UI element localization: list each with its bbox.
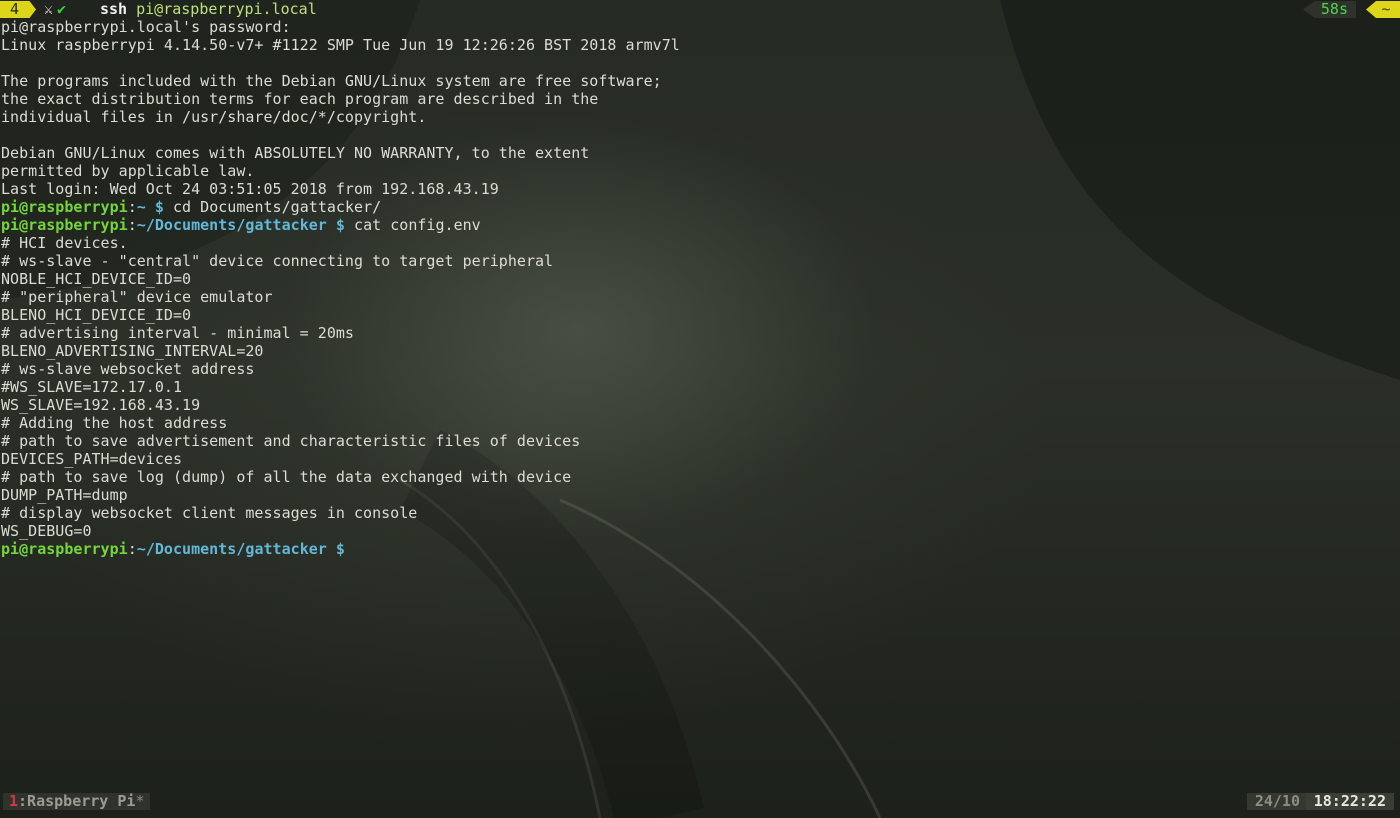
config-line: WS_SLAVE=192.168.43.19	[1, 396, 201, 414]
command-binary: ssh	[100, 0, 128, 18]
config-line: # path to save log (dump) of all the dat…	[1, 468, 572, 486]
prompt-separator: :	[127, 216, 137, 234]
config-line: # advertising interval - minimal = 20ms	[1, 324, 354, 342]
home-dir-badge: ~	[1366, 1, 1400, 18]
elapsed-time: 58s	[1302, 1, 1356, 18]
config-line: DUMP_PATH=dump	[1, 486, 128, 504]
terminal-line: individual files in /usr/share/doc/*/cop…	[1, 108, 427, 126]
tmux-top-bar: 4 ⚔ ✔ ssh pi@raspberrypi.local 58s ~	[0, 0, 1400, 18]
terminal-line: pi@raspberrypi.local's password:	[1, 18, 291, 36]
prompt-user: pi@raspberrypi	[1, 198, 128, 216]
window-index: 1	[9, 792, 19, 810]
check-icon: ✔	[57, 0, 67, 18]
prompt-separator: :	[127, 198, 137, 216]
config-line: # Adding the host address	[1, 414, 228, 432]
config-line: WS_DEBUG=0	[1, 522, 92, 540]
swords-icon: ⚔	[44, 0, 54, 18]
terminal-line: permitted by applicable law.	[1, 162, 255, 180]
config-line: # path to save advertisement and charact…	[1, 432, 581, 450]
config-line: BLENO_HCI_DEVICE_ID=0	[1, 306, 192, 324]
terminal-line: the exact distribution terms for each pr…	[1, 90, 599, 108]
prompt-separator: :	[127, 540, 137, 558]
config-line: #WS_SLAVE=172.17.0.1	[1, 378, 183, 396]
config-line: NOBLE_HCI_DEVICE_ID=0	[1, 270, 192, 288]
prompt-user: pi@raspberrypi	[1, 540, 128, 558]
tmux-status-bar: 1:Raspberry Pi* 24/10 18:22:22	[0, 792, 1400, 810]
tmux-window-tab[interactable]: 1:Raspberry Pi*	[3, 792, 151, 810]
window-number-badge: 4	[0, 1, 36, 18]
prompt-path: ~/Documents/gattacker	[136, 540, 327, 558]
running-command: ssh pi@raspberrypi.local	[100, 0, 317, 18]
prompt-path: ~	[136, 198, 146, 216]
active-window-marker: *	[135, 792, 145, 810]
config-line: DEVICES_PATH=devices	[1, 450, 183, 468]
prompt-command: cd Documents/gattacker/	[163, 198, 382, 216]
config-line: # HCI devices.	[1, 234, 128, 252]
config-line: # display websocket client messages in c…	[1, 504, 418, 522]
terminal-line: Debian GNU/Linux comes with ABSOLUTELY N…	[1, 144, 590, 162]
prompt-symbol: $	[326, 216, 345, 234]
terminal-line: Linux raspberrypi 4.14.50-v7+ #1122 SMP …	[1, 36, 680, 54]
config-line: # ws-slave - "central" device connecting…	[1, 252, 554, 270]
terminal-line: Last login: Wed Oct 24 03:51:05 2018 fro…	[1, 180, 499, 198]
prompt-symbol: $	[145, 198, 164, 216]
config-line: # "peripheral" device emulator	[1, 288, 273, 306]
terminal-line: The programs included with the Debian GN…	[1, 72, 662, 90]
system-load: 24/10	[1246, 793, 1308, 810]
prompt-command: cat config.env	[344, 216, 481, 234]
shell-prompt: pi@raspberrypi:~ $ cd Documents/gattacke…	[1, 198, 1399, 216]
config-line: BLENO_ADVERTISING_INTERVAL=20	[1, 342, 264, 360]
prompt-path: ~/Documents/gattacker	[136, 216, 327, 234]
command-argument: pi@raspberrypi.local	[136, 0, 317, 18]
prompt-symbol: $	[326, 540, 345, 558]
command-status: ⚔ ✔	[44, 0, 66, 18]
terminal-output[interactable]: pi@raspberrypi.local's password: Linux r…	[1, 18, 1399, 558]
status-clock: 18:22:22	[1305, 793, 1394, 810]
shell-prompt-active[interactable]: pi@raspberrypi:~/Documents/gattacker $	[1, 540, 1399, 558]
prompt-user: pi@raspberrypi	[1, 216, 128, 234]
window-name: :Raspberry Pi	[18, 792, 136, 810]
config-line: # ws-slave websocket address	[1, 360, 255, 378]
shell-prompt: pi@raspberrypi:~/Documents/gattacker $ c…	[1, 216, 1399, 234]
